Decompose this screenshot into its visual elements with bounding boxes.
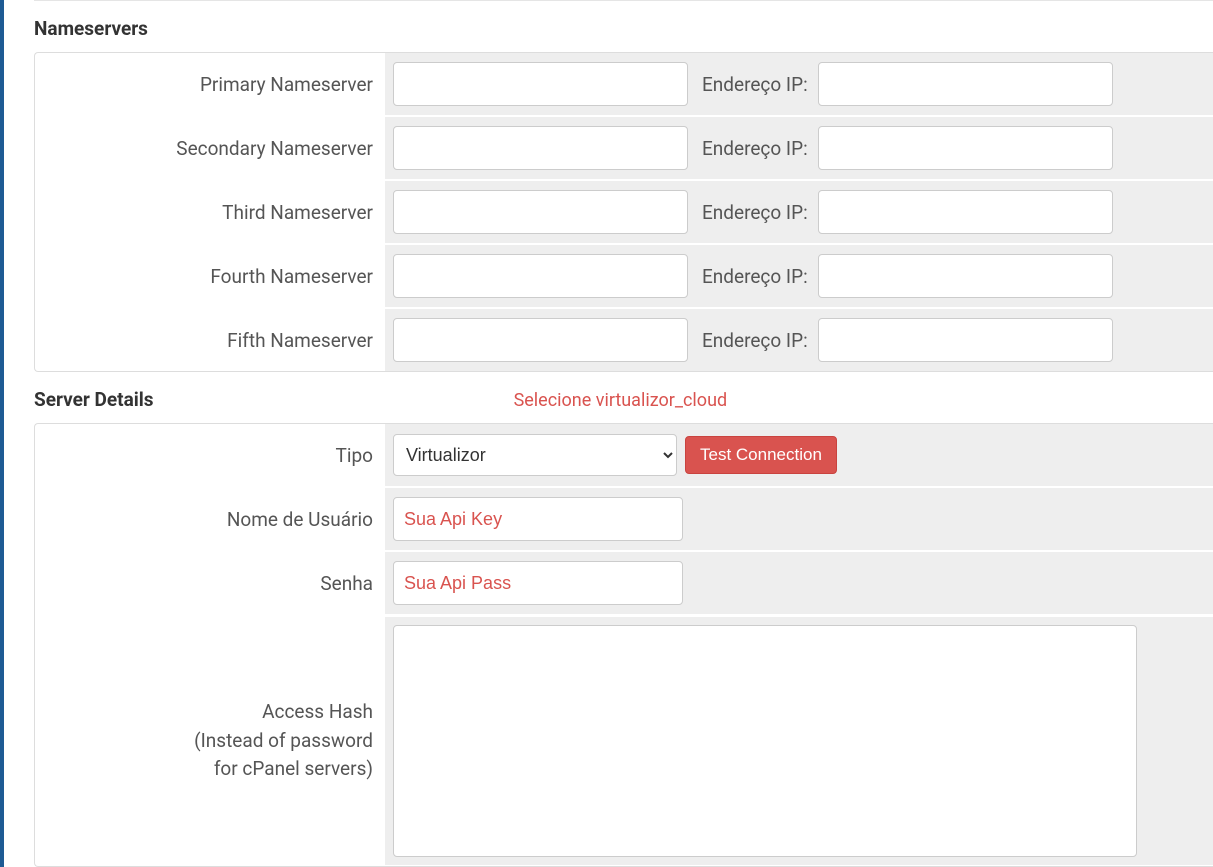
password-label: Senha xyxy=(35,572,385,595)
access-hash-row: Access Hash (Instead of password for cPa… xyxy=(35,616,1213,866)
access-hash-label-1: Access Hash xyxy=(35,698,373,727)
password-input[interactable] xyxy=(393,561,683,605)
ip-input-fourth[interactable] xyxy=(818,254,1113,298)
username-input[interactable] xyxy=(393,497,683,541)
ip-input-third[interactable] xyxy=(818,190,1113,234)
ns-label-fifth: Fifth Nameserver xyxy=(35,329,385,352)
access-hash-label: Access Hash (Instead of password for cPa… xyxy=(35,698,385,784)
ns-input-primary[interactable] xyxy=(393,62,688,106)
nameservers-title: Nameservers xyxy=(34,17,1213,40)
type-select[interactable]: Virtualizor xyxy=(393,434,677,476)
ns-label-fourth: Fourth Nameserver xyxy=(35,265,385,288)
username-row: Nome de Usuário xyxy=(35,488,1213,552)
server-details-hint: Selecione virtualizor_cloud xyxy=(514,390,1213,411)
access-hash-label-3: for cPanel servers) xyxy=(35,755,373,784)
password-row: Senha xyxy=(35,552,1213,616)
top-divider xyxy=(34,0,1213,1)
type-row: Tipo Virtualizor Test Connection xyxy=(35,424,1213,488)
server-details-title-row: Server Details Selecione virtualizor_clo… xyxy=(34,388,1213,411)
ns-input-secondary[interactable] xyxy=(393,126,688,170)
ip-label-primary: Endereço IP: xyxy=(702,73,808,96)
access-hash-textarea[interactable] xyxy=(393,625,1137,857)
ip-input-primary[interactable] xyxy=(818,62,1113,106)
ns-row-fifth: Fifth Nameserver Endereço IP: xyxy=(35,309,1213,371)
ns-input-fifth[interactable] xyxy=(393,318,688,362)
ip-label-third: Endereço IP: xyxy=(702,201,808,224)
ip-label-fifth: Endereço IP: xyxy=(702,329,808,352)
ns-label-third: Third Nameserver xyxy=(35,201,385,224)
username-label: Nome de Usuário xyxy=(35,508,385,531)
ip-label-secondary: Endereço IP: xyxy=(702,137,808,160)
ns-row-primary: Primary Nameserver Endereço IP: xyxy=(35,53,1213,117)
nameservers-panel: Primary Nameserver Endereço IP: Secondar… xyxy=(34,52,1213,372)
server-details-title: Server Details xyxy=(34,388,154,411)
test-connection-button[interactable]: Test Connection xyxy=(685,436,837,474)
ns-row-third: Third Nameserver Endereço IP: xyxy=(35,181,1213,245)
type-label: Tipo xyxy=(35,444,385,467)
ns-row-secondary: Secondary Nameserver Endereço IP: xyxy=(35,117,1213,181)
ns-row-fourth: Fourth Nameserver Endereço IP: xyxy=(35,245,1213,309)
ns-label-primary: Primary Nameserver xyxy=(35,73,385,96)
server-details-panel: Tipo Virtualizor Test Connection Nome de… xyxy=(34,423,1213,867)
ip-label-fourth: Endereço IP: xyxy=(702,265,808,288)
ip-input-fifth[interactable] xyxy=(818,318,1113,362)
ip-input-secondary[interactable] xyxy=(818,126,1113,170)
access-hash-label-2: (Instead of password xyxy=(35,727,373,756)
ns-input-fourth[interactable] xyxy=(393,254,688,298)
ns-input-third[interactable] xyxy=(393,190,688,234)
ns-label-secondary: Secondary Nameserver xyxy=(35,137,385,160)
